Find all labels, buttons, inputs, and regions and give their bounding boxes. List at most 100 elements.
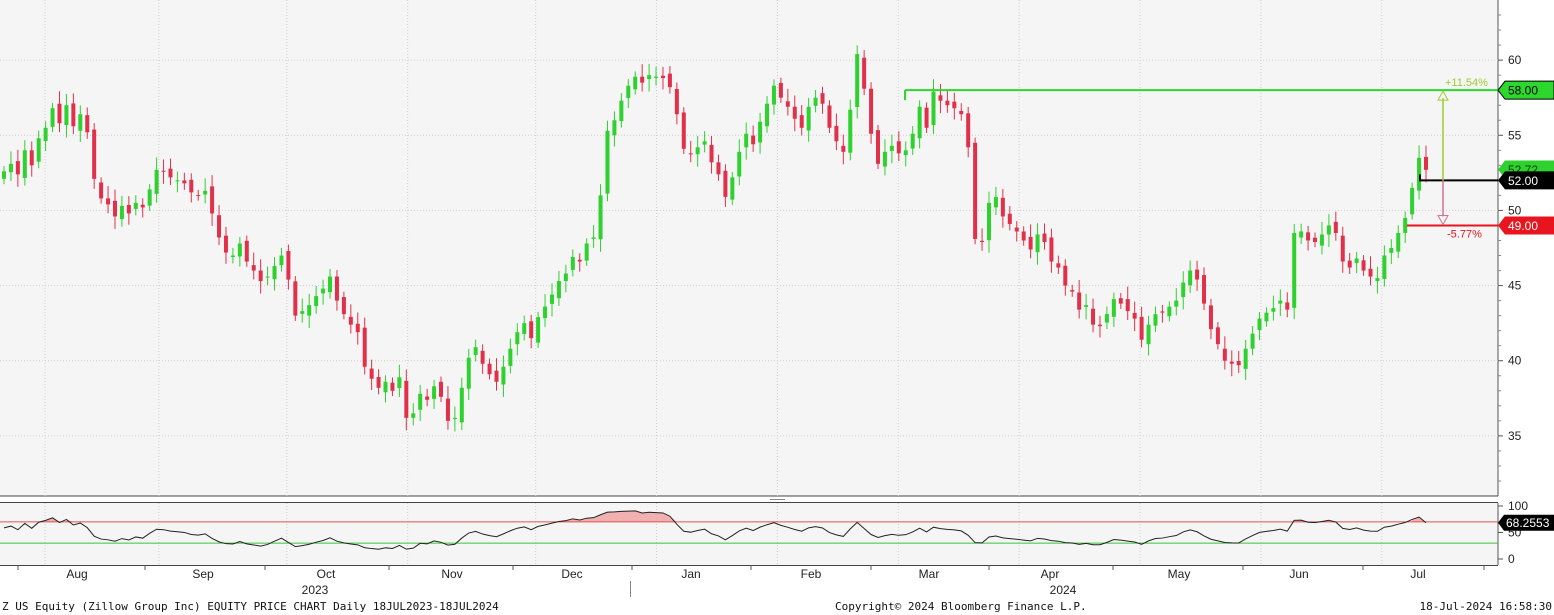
candle-down bbox=[1042, 233, 1047, 242]
candle-up bbox=[265, 276, 270, 278]
candle-up bbox=[2, 171, 6, 179]
candle-up bbox=[695, 147, 700, 155]
candle-down bbox=[667, 73, 672, 88]
footer-left-text: Z US Equity (Zillow Group Inc) EQUITY PR… bbox=[2, 600, 499, 613]
candle-down bbox=[112, 200, 117, 217]
x-year-label: 2024 bbox=[1050, 583, 1077, 597]
candle-down bbox=[1049, 237, 1054, 262]
candle-down bbox=[404, 380, 409, 418]
candle-down bbox=[681, 112, 686, 149]
candle-up bbox=[1167, 306, 1172, 317]
candle-down bbox=[196, 195, 201, 197]
x-month-label: Nov bbox=[441, 567, 462, 581]
candle-up bbox=[307, 305, 312, 316]
candle-up bbox=[584, 243, 589, 261]
footer-copyright-text: Copyright© 2024 Bloomberg Finance L.P. bbox=[835, 600, 1087, 613]
candle-up bbox=[147, 189, 152, 206]
candle-up bbox=[612, 120, 617, 136]
candle-up bbox=[813, 97, 818, 106]
x-month-label: Oct bbox=[317, 567, 336, 581]
candle-down bbox=[924, 107, 929, 128]
candle-down bbox=[355, 323, 360, 333]
candle-down bbox=[390, 382, 395, 391]
candle-down bbox=[1313, 237, 1318, 242]
candle-down bbox=[293, 281, 298, 316]
candle-down bbox=[1195, 269, 1200, 280]
candle-down bbox=[92, 129, 97, 179]
candle-down bbox=[1347, 260, 1352, 268]
candle-down bbox=[487, 363, 492, 375]
candle-up bbox=[383, 381, 388, 393]
candle-down bbox=[751, 135, 756, 145]
candle-down bbox=[126, 205, 131, 214]
price-tick-label: 40 bbox=[1508, 354, 1522, 368]
candle-up bbox=[1146, 324, 1151, 345]
candle-up bbox=[22, 150, 27, 178]
candle-up bbox=[36, 138, 41, 162]
candle-down bbox=[362, 327, 367, 367]
panel-separator[interactable] bbox=[0, 496, 1498, 503]
candle-up bbox=[882, 151, 887, 167]
candle-down bbox=[1306, 232, 1311, 241]
candle-down bbox=[834, 125, 839, 142]
candle-up bbox=[598, 195, 603, 240]
candle-down bbox=[799, 115, 804, 128]
stop-price-tag-text: 49.00 bbox=[1508, 219, 1538, 233]
candle-up bbox=[397, 377, 402, 389]
candle-down bbox=[876, 130, 881, 164]
x-month-label: Jun bbox=[1289, 567, 1308, 581]
candle-down bbox=[1118, 298, 1123, 304]
candle-up bbox=[508, 348, 513, 366]
candle-up bbox=[501, 366, 506, 385]
candle-down bbox=[1202, 275, 1207, 304]
candle-up bbox=[1111, 299, 1116, 317]
candle-up bbox=[702, 141, 707, 145]
candle-up bbox=[154, 169, 159, 194]
candle-up bbox=[411, 413, 416, 418]
candle-up bbox=[432, 386, 437, 399]
candle-down bbox=[896, 141, 901, 154]
candle-down bbox=[480, 350, 485, 364]
candle-down bbox=[1160, 311, 1165, 313]
candle-down bbox=[716, 162, 721, 175]
candle-up bbox=[619, 100, 624, 122]
candle-down bbox=[1222, 348, 1227, 361]
candle-up bbox=[466, 357, 471, 389]
candle-up bbox=[1250, 333, 1255, 349]
candle-up bbox=[1389, 248, 1394, 253]
candle-down bbox=[1000, 197, 1005, 217]
candle-down bbox=[1070, 290, 1075, 292]
candle-down bbox=[945, 100, 950, 106]
candle-down bbox=[688, 153, 693, 155]
candle-down bbox=[99, 182, 104, 199]
candle-up bbox=[321, 288, 326, 294]
candle-up bbox=[633, 76, 638, 90]
price-right-axis-background bbox=[1498, 0, 1554, 496]
candle-down bbox=[1014, 227, 1019, 232]
candle-up bbox=[50, 108, 55, 127]
candle-down bbox=[938, 95, 943, 101]
candle-down bbox=[1132, 312, 1137, 319]
candle-up bbox=[570, 257, 575, 270]
x-month-label: Jul bbox=[1410, 567, 1425, 581]
rsi-last-value-text: 68.2553 bbox=[1506, 516, 1550, 530]
candle-down bbox=[425, 396, 430, 400]
candle-up bbox=[1188, 270, 1193, 286]
candle-up bbox=[563, 273, 568, 282]
candle-up bbox=[1292, 232, 1297, 308]
footer-timestamp-text: 18-Jul-2024 16:58:30 bbox=[1420, 600, 1552, 613]
candle-up bbox=[1354, 258, 1359, 264]
candle-down bbox=[841, 145, 846, 152]
candle-down bbox=[341, 296, 346, 315]
candle-down bbox=[1056, 263, 1061, 268]
candle-down bbox=[71, 103, 76, 127]
candle-up bbox=[986, 202, 991, 241]
stop-price-tag: 49.00 bbox=[1498, 216, 1554, 235]
candle-down bbox=[85, 115, 90, 133]
candle-up bbox=[765, 103, 770, 127]
candle-up bbox=[536, 317, 541, 343]
candle-down bbox=[29, 150, 34, 166]
candle-up bbox=[744, 133, 749, 148]
x-month-label: Jan bbox=[681, 567, 700, 581]
candle-up bbox=[591, 237, 596, 239]
